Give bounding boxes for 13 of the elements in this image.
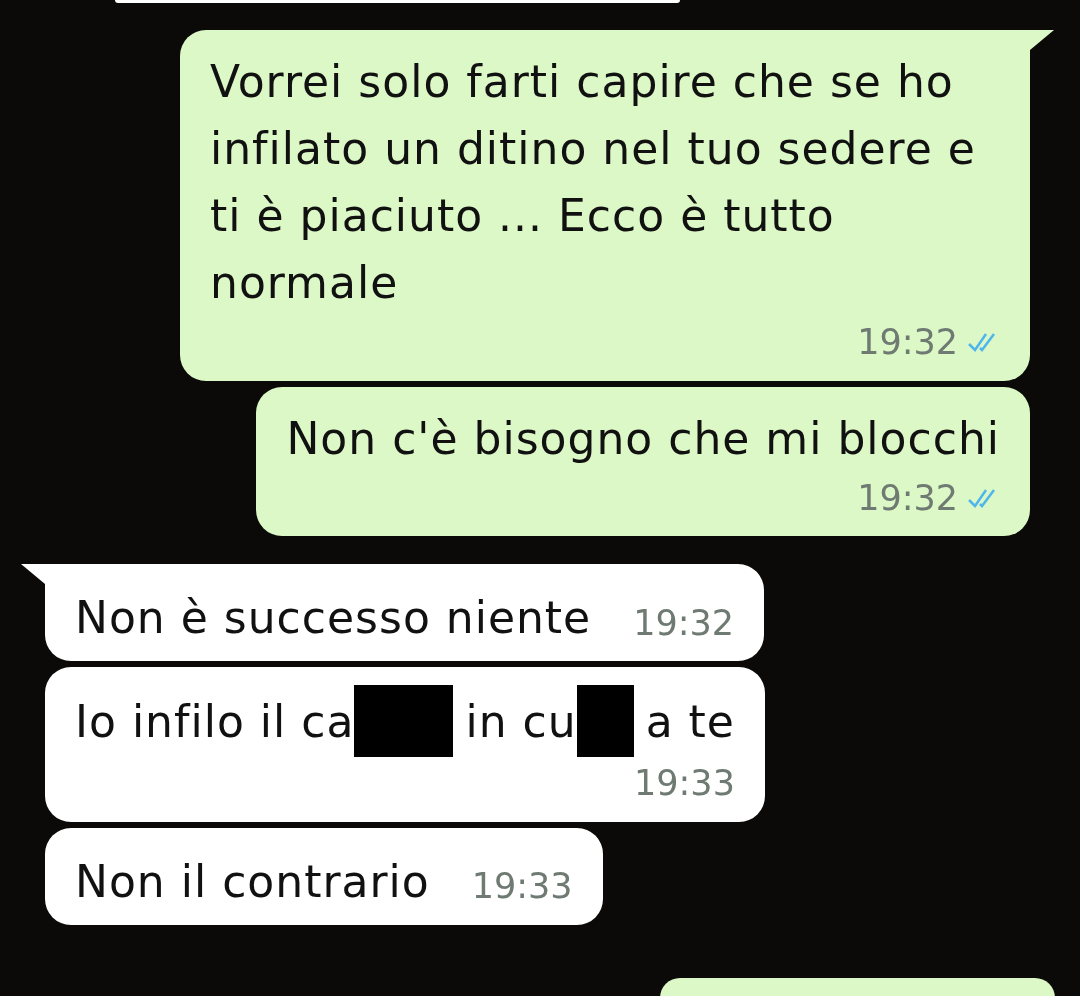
redaction-block xyxy=(576,685,634,757)
message-text: Non c'è bisogno che mi blocchi xyxy=(286,411,1000,466)
message-text: in cu xyxy=(465,694,577,749)
message-time: 19:32 xyxy=(633,601,735,645)
message-text: Non è successo niente xyxy=(75,591,592,645)
message-time: 19:33 xyxy=(634,762,735,805)
message-text: Non il contrario xyxy=(75,854,430,909)
message-text: Io infilo il ca xyxy=(75,694,355,749)
message-time: 19:33 xyxy=(471,865,573,908)
message-text: Vorrei solo farti capire che se ho infilato un ditino nel tuo sedere e ti è piaciuto ... Ecco è tutto normale xyxy=(210,55,977,310)
message-time: 19:32 xyxy=(857,321,958,364)
message-time: 19:32 xyxy=(857,476,958,520)
message-text: a te xyxy=(645,694,735,749)
